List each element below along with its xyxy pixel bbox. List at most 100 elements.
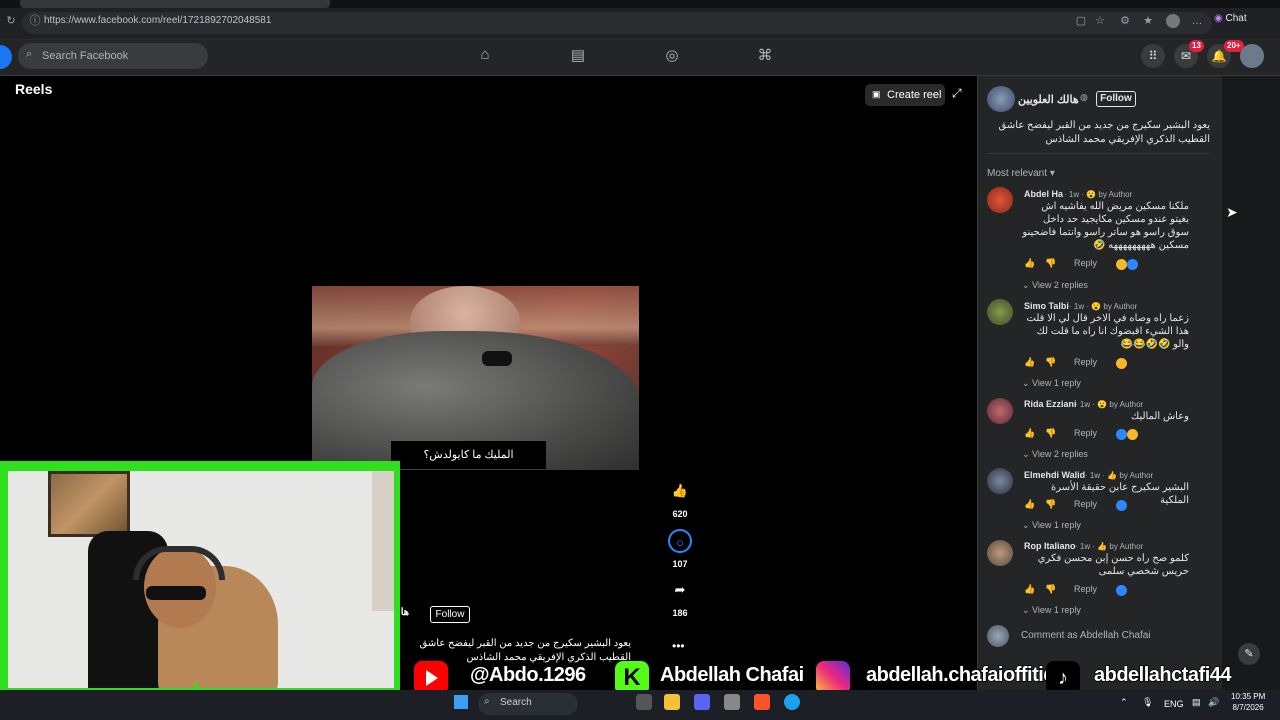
reels-heading: Reels [15,81,53,97]
compose-icon[interactable]: ✎ [1238,643,1260,665]
profile-icon[interactable] [1166,14,1180,28]
comment-meta: · 1w · 👍 by Author [1085,471,1154,480]
reload-icon[interactable]: ↻ [4,14,18,28]
cam-sunglasses [146,586,206,600]
split-screen-icon[interactable]: ▢ [1074,14,1088,28]
menu-grid-icon[interactable]: ⠿ [1141,44,1165,68]
gaming-icon[interactable]: ⌘ [755,46,775,64]
more-options-icon[interactable]: ••• [672,639,685,653]
view-replies[interactable]: ⌄ View 1 reply [1022,378,1081,389]
comment-author[interactable]: Simo Talbi [1024,301,1069,311]
chevron-down-icon: ▾ [1049,168,1055,179]
youtube-handle: @Abdo.1296 [469,663,587,687]
share-action[interactable]: ➦ 186 [668,578,692,618]
reel-follow-button[interactable]: Follow [430,606,470,623]
reactions [1116,427,1138,445]
like-icon[interactable]: 👍 [1024,258,1035,268]
like-action[interactable]: 👍 620 [668,479,692,519]
reply-button[interactable]: Reply [1074,428,1097,438]
extensions-icon[interactable]: ⚙ [1118,14,1132,28]
haha-reaction-icon [1127,429,1138,440]
clock-date: 8/7/2026 [1232,703,1264,712]
reactions [1116,257,1138,275]
like-icon[interactable]: 👍 [1024,499,1035,509]
account-avatar[interactable] [1240,44,1264,68]
globe-icon: ◍ [1080,92,1088,102]
expand-icon[interactable]: ⤢ [952,86,962,101]
comment-meta: · 1w · 😮 by Author [1075,400,1144,409]
reply-button[interactable]: Reply [1074,584,1097,594]
site-info-icon[interactable]: ⓘ [28,14,42,28]
file-explorer-icon[interactable] [664,694,680,710]
view-replies[interactable]: ⌄ View 1 reply [1022,520,1081,531]
comment-author[interactable]: Rida Ezziani [1024,399,1077,409]
dislike-icon[interactable]: 👎 [1045,428,1056,438]
volume-icon[interactable]: 🔊 [1208,697,1219,708]
comment-meta: · 1w · 👍 by Author [1075,542,1144,551]
dislike-icon[interactable]: 👎 [1045,584,1056,594]
language-indicator[interactable]: ENG [1164,699,1184,709]
reply-button[interactable]: Reply [1074,258,1097,268]
task-view-icon[interactable] [636,694,652,710]
comment-input[interactable]: Comment as Abdellah Chafai [1014,625,1210,647]
like-icon[interactable]: 👍 [1024,428,1035,438]
favorites-icon[interactable]: ★ [1141,14,1155,28]
panel-caption: يعود البشير سكيرج من جديد من القبر ليفضح… [998,120,1210,145]
comment-avatar[interactable] [987,468,1013,494]
reply-button[interactable]: Reply [1074,357,1097,367]
comment-count: 107 [672,559,688,569]
comment-avatar[interactable] [987,540,1013,566]
author-name[interactable]: هالك العلويين [1018,93,1079,106]
haha-reaction-icon [1116,358,1127,369]
tab-strip [0,0,1280,8]
groups-icon[interactable]: ◎ [662,46,682,64]
author-avatar[interactable] [987,86,1015,112]
dislike-icon[interactable]: 👎 [1045,499,1056,509]
comment-avatar[interactable] [987,187,1013,213]
current-user-avatar [987,625,1009,647]
comment-icon[interactable]: ○ [668,529,692,553]
clock[interactable]: 10:35 PM 8/7/2026 [1231,691,1265,713]
view-replies[interactable]: ⌄ View 2 replies [1022,449,1088,460]
tray-chevron-icon[interactable]: ⌃ [1120,697,1128,708]
discord-icon[interactable] [694,694,710,710]
like-reaction-icon [1127,259,1138,270]
microphone-icon[interactable]: 🎙 [1142,697,1153,708]
comment-author[interactable]: Rop Italiano [1024,541,1076,551]
panel-follow-button[interactable]: Follow [1096,91,1136,107]
comment-actions: 👍 👎 Reply [1024,357,1097,368]
dislike-icon[interactable]: 👎 [1045,258,1056,268]
sort-dropdown[interactable]: Most relevant ▾ [987,168,1055,179]
app-icon[interactable] [724,694,740,710]
like-icon[interactable]: 👍 [1024,357,1035,367]
dislike-icon[interactable]: 👎 [1045,357,1056,367]
view-replies[interactable]: ⌄ View 2 replies [1022,280,1088,291]
network-icon[interactable]: ▤ [1192,697,1201,708]
tiktok-handle: abdellahctafi44 [1093,663,1232,687]
reply-button[interactable]: Reply [1074,499,1097,509]
comment-avatar[interactable] [987,299,1013,325]
edge-icon[interactable] [784,694,800,710]
instagram-handle: abdellah.chafaioffitid [865,663,1056,687]
home-icon[interactable]: ⌂ [475,46,495,64]
share-icon[interactable]: ➦ [668,578,692,602]
like-icon[interactable]: 👍 [668,479,692,503]
like-count: 620 [672,509,688,519]
like-icon[interactable]: 👍 [1024,584,1035,594]
view-replies-label: View 1 reply [1032,378,1081,388]
more-menu-icon[interactable]: … [1190,14,1204,28]
view-replies[interactable]: ⌄ View 1 reply [1022,605,1081,616]
comment-avatar[interactable] [987,398,1013,424]
comment-action[interactable]: ○ 107 [668,529,692,569]
comment-author[interactable]: Abdel Ha [1024,189,1063,199]
copilot-chat-button[interactable]: ◉ Chat [1214,13,1247,24]
favorite-star-icon[interactable]: ☆ [1093,14,1107,28]
marketplace-icon[interactable]: ▤ [568,46,588,64]
comment-author[interactable]: Elmehdi Walid [1024,470,1085,480]
brave-icon[interactable] [754,694,770,710]
create-reel-icon: ▣ [872,89,881,99]
windows-start-icon[interactable] [454,695,468,709]
sort-label: Most relevant [987,168,1048,179]
active-tab[interactable] [20,0,330,8]
reactions [1116,356,1127,374]
